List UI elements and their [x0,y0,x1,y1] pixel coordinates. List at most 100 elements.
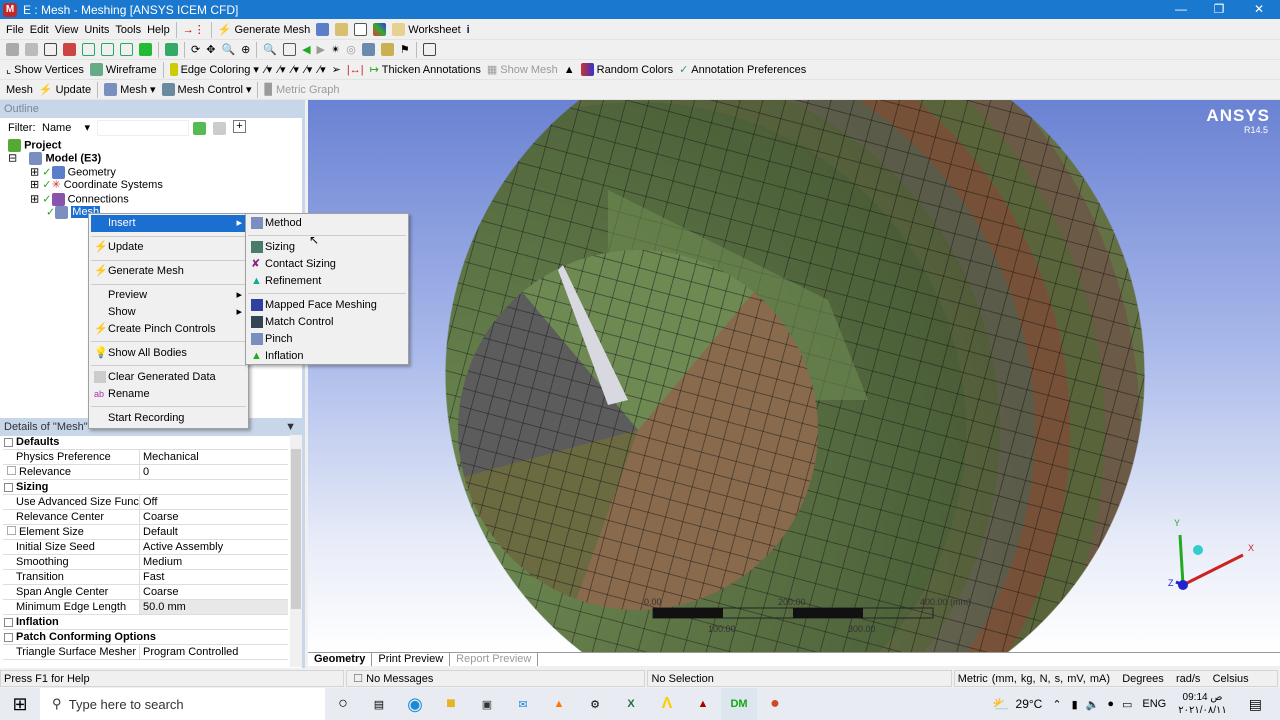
info-icon[interactable]: i [467,24,470,36]
property-value[interactable]: Program Controlled [140,645,288,659]
vlc-icon[interactable]: ▲ [541,688,577,720]
menu-item-clear-generated-data[interactable]: Clear Generated Data [91,369,246,386]
extend-selection-icon[interactable] [165,43,178,56]
edge-icon[interactable]: ◉ [397,688,433,720]
zoom-icon[interactable]: 🔍 [221,43,235,56]
wireframe-button[interactable]: Wireframe [89,63,157,76]
weather-temp[interactable]: 29°C [1016,697,1043,711]
thin-icon[interactable]: |↔| [347,64,364,76]
generate-mesh-button[interactable]: ⚡ Generate Mesh [218,23,311,37]
tab-report-preview[interactable]: Report Preview [450,653,539,666]
look-at-icon[interactable]: ◎ [346,43,356,56]
mesh-dropdown[interactable]: Mesh ▾ [104,83,156,96]
details-row[interactable]: Transition Fast [3,570,288,585]
close-button[interactable]: ✕ [1240,0,1278,19]
taskbar-search[interactable]: ⚲ Type here to search [40,688,325,720]
submenu-item-method[interactable]: Method [248,215,406,232]
rotate-icon[interactable]: ⟳ [191,43,200,56]
select-icon[interactable] [6,43,19,56]
collapse-icon[interactable]: ⊟ [8,152,17,164]
tag-icon[interactable]: ⚑ [400,43,410,56]
details-row[interactable]: Patch Conforming Options [3,630,288,645]
details-row[interactable]: Defaults [3,435,288,450]
property-value[interactable]: Mechanical [140,450,288,464]
status-messages[interactable]: ☐ No Messages [346,670,646,687]
maximize-button[interactable]: ❐ [1200,0,1238,19]
sticker-icon[interactable]: ▲ [564,64,575,76]
display-icon[interactable] [361,43,375,56]
box-zoom-icon[interactable] [283,43,297,56]
select-face-icon[interactable] [120,43,133,56]
cursor-icon[interactable] [63,43,76,56]
property-value[interactable]: Off [140,495,288,509]
expand-icon[interactable]: ⊞ [30,193,39,205]
edge-2-icon[interactable]: ∕▾ [292,63,299,76]
menu-item-create-pinch-controls[interactable]: ⚡ Create Pinch Controls [91,321,246,338]
parameter-checkbox[interactable] [7,466,16,475]
select-mode-icon[interactable] [44,43,57,56]
details-row[interactable]: Span Angle Center Coarse [3,585,288,600]
menu-help[interactable]: Help [147,24,170,36]
design-modeler-icon[interactable]: DM [721,688,757,720]
menu-item-preview[interactable]: Preview ▸ [91,287,246,304]
clear-filter-icon[interactable] [213,122,226,135]
menu-units[interactable]: Units [84,24,109,36]
mail-icon[interactable]: ✉ [505,688,541,720]
window-layout-icon[interactable] [422,43,436,56]
pin-icon[interactable]: ▼ [285,418,296,436]
submenu-item-mapped-face-meshing[interactable]: Mapped Face Meshing [248,297,406,314]
tree-coordinate-systems[interactable]: ⊞ ✓✳ Coordinate Systems [30,179,163,193]
previous-view-icon[interactable]: ◀ [302,43,310,56]
status-units[interactable]: Metric (mm, kg, N, s, mV, mA) Degrees ra… [953,670,1278,687]
microphone-icon[interactable]: ● [1107,698,1114,710]
details-row[interactable]: Use Advanced Size FunctionOff [3,495,288,510]
details-row[interactable]: Triangle Surface Mesher Program Controlle… [3,645,288,660]
thicken-annotations-button[interactable]: ↦ Thicken Annotations [370,63,481,77]
notifications-icon[interactable]: ▤ [1249,696,1262,713]
metric-graph-button[interactable]: ▉ Metric Graph [264,83,339,97]
color-picker-icon[interactable] [373,23,387,36]
ansys-workbench-icon[interactable]: Λ [649,688,685,720]
menu-item-insert[interactable]: Insert ▸ [91,215,246,232]
details-scrollbar[interactable] [290,435,302,667]
edge-0-icon[interactable]: ∕▾ [265,63,272,76]
property-value[interactable]: Fast [140,570,288,584]
details-row[interactable]: Relevance 0 [3,465,288,480]
expand-icon[interactable]: ⊞ [30,166,39,178]
clock[interactable]: 09:14 ص ٢٠٢١/٠٨/١١ [1178,691,1227,717]
task-view-icon[interactable]: ▤ [361,688,397,720]
next-view-icon[interactable]: ▶ [317,43,325,56]
property-value[interactable]: Active Assembly [140,540,288,554]
mesh-control-dropdown[interactable]: Mesh Control ▾ [161,83,251,96]
submenu-item-refinement[interactable]: ▲ Refinement [248,273,406,290]
property-value[interactable]: 0 [140,465,288,479]
language-indicator[interactable]: ENG [1142,698,1166,710]
details-row[interactable]: Sizing [3,480,288,495]
filter-input[interactable] [97,120,189,136]
details-row[interactable]: Physics Preference Mechanical [3,450,288,465]
label-icon[interactable] [354,23,368,36]
submenu-item-pinch[interactable]: Pinch [248,331,406,348]
edge-1-icon[interactable]: ∕▾ [278,63,285,76]
submenu-item-inflation[interactable]: ▲ Inflation [248,348,406,365]
store-icon[interactable]: ▣ [469,688,505,720]
network-icon[interactable]: ▭ [1122,698,1132,711]
pan-icon[interactable]: ✥ [206,43,215,56]
show-vertices-button[interactable]: ⌞ Show Vertices [6,63,84,77]
volume-icon[interactable]: 🔈 [1086,698,1100,711]
menu-item-update[interactable]: ⚡ Update [91,239,246,256]
submenu-item-contact-sizing[interactable]: ✘ Contact Sizing [248,256,406,273]
details-row[interactable]: Element Size Default [3,525,288,540]
menu-view[interactable]: View [55,24,79,36]
menu-item-show-all-bodies[interactable]: 💡 Show All Bodies [91,345,246,362]
image-icon[interactable] [316,23,330,36]
submenu-item-match-control[interactable]: Match Control [248,314,406,331]
property-value[interactable]: Coarse [140,510,288,524]
select-edge-icon[interactable] [101,43,114,56]
property-value[interactable]: Medium [140,555,288,569]
property-value[interactable]: 50.0 mm [140,600,288,614]
cortana-icon[interactable]: ○ [325,688,361,720]
menu-tools[interactable]: Tools [115,24,141,36]
worksheet-button[interactable]: Worksheet [392,23,461,36]
settings-icon[interactable]: ⚙ [577,688,613,720]
